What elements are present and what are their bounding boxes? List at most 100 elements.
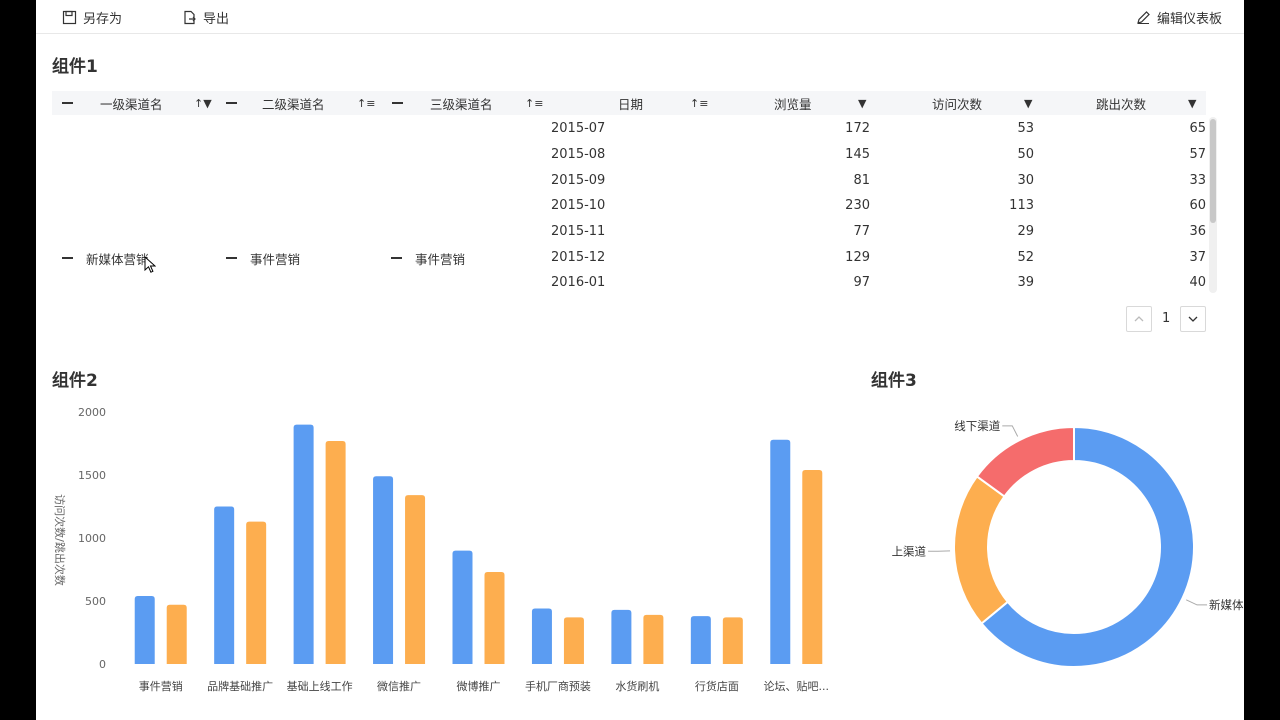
cell-bounces: 57 bbox=[1189, 147, 1206, 162]
pencil-icon bbox=[1137, 10, 1150, 24]
dropdown-caret-icon[interactable]: ▼ bbox=[1024, 97, 1032, 110]
cell-views: 81 bbox=[853, 173, 870, 188]
column-views-label: 浏览量 bbox=[774, 96, 812, 112]
x-tick-label: 微博推广 bbox=[457, 679, 501, 693]
x-tick-label: 事件营销 bbox=[139, 679, 183, 693]
dim-level2-cell: 事件营销 bbox=[226, 248, 376, 268]
collapse-icon[interactable] bbox=[392, 102, 403, 104]
bar-visits bbox=[452, 550, 473, 664]
label-leader-line bbox=[1002, 425, 1019, 437]
y-tick-label: 2000 bbox=[78, 406, 106, 419]
bar-visits bbox=[134, 595, 155, 664]
cell-views: 129 bbox=[845, 250, 870, 265]
edit-dashboard-label: 编辑仪表板 bbox=[1156, 11, 1222, 27]
slice-label: 线下渠道 bbox=[954, 419, 1000, 433]
dropdown-caret-icon[interactable]: ▼ bbox=[1188, 97, 1196, 110]
column-bounces: 跳出次数 ▼ bbox=[1044, 91, 1206, 115]
cell-visits: 29 bbox=[1017, 224, 1034, 239]
scrollbar-thumb[interactable] bbox=[1210, 119, 1216, 223]
save-as-button[interactable]: 另存为 bbox=[62, 8, 122, 27]
cell-date: 2015-12 bbox=[551, 250, 606, 265]
next-page-button[interactable] bbox=[1180, 306, 1206, 332]
table-row: 2015-07 172 53 65 bbox=[546, 117, 1206, 142]
cell-visits: 113 bbox=[1009, 198, 1034, 213]
edit-dashboard-button[interactable]: 编辑仪表板 bbox=[1136, 8, 1222, 27]
chevron-up-icon bbox=[1134, 316, 1144, 322]
column-level3: 三级渠道名 ↑≡ bbox=[386, 91, 552, 115]
bar-bounces bbox=[802, 469, 823, 664]
cell-date: 2016-01 bbox=[551, 275, 606, 290]
dim-level2-value: 事件营销 bbox=[250, 251, 301, 267]
cell-visits: 39 bbox=[1017, 275, 1034, 290]
table-scrollbar[interactable] bbox=[1209, 117, 1217, 293]
column-views: 浏览量 ▼ bbox=[716, 91, 880, 115]
y-tick-label: 0 bbox=[99, 658, 106, 671]
slice-label: 上渠道 bbox=[892, 544, 927, 558]
label-leader-line bbox=[1185, 599, 1208, 606]
cell-bounces: 36 bbox=[1189, 224, 1206, 239]
column-level2-label: 二级渠道名 bbox=[262, 96, 325, 112]
cell-date: 2015-07 bbox=[551, 121, 606, 136]
widget2-title: 组件2 bbox=[52, 371, 98, 391]
column-visits-label: 访问次数 bbox=[932, 96, 983, 112]
chevron-down-icon bbox=[1188, 316, 1198, 322]
table-row: 2015-09 81 30 33 bbox=[546, 169, 1206, 194]
table-header: 一级渠道名 ↑▼ 二级渠道名 ↑≡ 三级渠道名 ↑≡ 日期 ↑≡ 浏览量 ▼ 访… bbox=[52, 91, 1206, 115]
sort-icon[interactable]: ↑≡ bbox=[357, 97, 375, 110]
cell-date: 2015-11 bbox=[551, 224, 606, 239]
bar-bounces bbox=[166, 604, 187, 664]
cell-bounces: 37 bbox=[1189, 250, 1206, 265]
donut-chart: 新媒体营 上渠道 线下渠道 bbox=[892, 419, 1244, 668]
sort-filter-icon[interactable]: ↑▼ bbox=[194, 97, 212, 110]
cell-visits: 30 bbox=[1017, 173, 1034, 188]
y-tick-label: 1500 bbox=[78, 469, 106, 482]
collapse-icon[interactable] bbox=[62, 102, 73, 104]
x-tick-label: 手机厂商预装 bbox=[525, 679, 591, 693]
bar-visits bbox=[531, 608, 552, 664]
cell-date: 2015-08 bbox=[551, 147, 606, 162]
column-level3-label: 三级渠道名 bbox=[430, 96, 493, 112]
sort-icon[interactable]: ↑≡ bbox=[690, 97, 708, 110]
toolbar: 另存为 导出 编辑仪表板 bbox=[36, 0, 1244, 34]
bar-bounces bbox=[405, 495, 426, 664]
cell-bounces: 40 bbox=[1189, 275, 1206, 290]
cell-visits: 50 bbox=[1017, 147, 1034, 162]
sort-icon[interactable]: ↑≡ bbox=[525, 97, 543, 110]
mouse-cursor-icon bbox=[144, 256, 156, 273]
dim-level1-cell: 新媒体营销 bbox=[62, 248, 212, 268]
x-tick-label: 基础上线工作 bbox=[287, 679, 353, 693]
bar-visits bbox=[611, 609, 632, 664]
bar-bounces bbox=[484, 572, 505, 664]
dropdown-caret-icon[interactable]: ▼ bbox=[858, 97, 866, 110]
column-level2: 二级渠道名 ↑≡ bbox=[220, 91, 386, 115]
table-row: 2015-10 230 113 60 bbox=[546, 194, 1206, 219]
bar-visits bbox=[293, 424, 314, 664]
page-number: 1 bbox=[1162, 311, 1171, 326]
export-button[interactable]: 导出 bbox=[182, 8, 229, 27]
save-icon bbox=[62, 10, 77, 24]
x-tick-label: 品牌基础推广 bbox=[207, 679, 273, 693]
bar-chart: 0 500 1000 1500 2000 访问次数/跳出次数事件营销 品牌基础推广 基础上线工… bbox=[53, 406, 829, 693]
table-row: 2016-01 97 39 40 bbox=[546, 271, 1206, 296]
dim-level3-cell: 事件营销 bbox=[391, 248, 541, 268]
column-level1: 一级渠道名 ↑▼ bbox=[52, 91, 220, 115]
collapse-icon[interactable] bbox=[226, 102, 237, 104]
collapse-icon[interactable] bbox=[226, 257, 237, 259]
prev-page-button[interactable] bbox=[1126, 306, 1152, 332]
y-axis-label: 访问次数/跳出次数 bbox=[53, 494, 67, 586]
column-visits: 访问次数 ▼ bbox=[880, 91, 1044, 115]
y-tick-label: 500 bbox=[85, 595, 106, 608]
collapse-icon[interactable] bbox=[391, 257, 402, 259]
bar-visits bbox=[770, 439, 791, 664]
cell-views: 145 bbox=[845, 147, 870, 162]
column-date-label: 日期 bbox=[618, 96, 644, 112]
x-tick-label: 水货刷机 bbox=[615, 679, 659, 693]
column-level1-label: 一级渠道名 bbox=[100, 96, 163, 112]
dim-level1-value: 新媒体营销 bbox=[86, 251, 149, 267]
cell-visits: 53 bbox=[1017, 121, 1034, 136]
collapse-icon[interactable] bbox=[62, 257, 73, 259]
bar-bounces bbox=[643, 614, 664, 664]
cell-visits: 52 bbox=[1017, 250, 1034, 265]
bar-bounces bbox=[246, 521, 267, 664]
donut-slice bbox=[953, 475, 1010, 625]
